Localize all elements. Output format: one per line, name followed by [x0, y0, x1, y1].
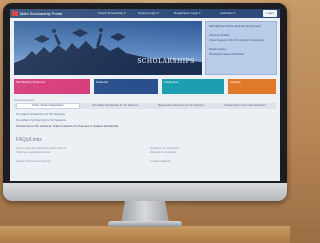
tab-maintenance-allowance[interactable]: Maintenance Allowance for SC Students — [150, 103, 212, 109]
notice-item[interactable]: Online Reward of SC & Post Matric Schola… — [209, 39, 275, 43]
monitor-screen: Mahi Scholarship Portal Check Scholarshi… — [10, 9, 280, 181]
notice-heading: Scholarship Notice and Announcement — [209, 24, 261, 28]
tile-officials[interactable]: Officials — [228, 79, 276, 94]
faq-link[interactable]: How to apply for scholarship under Schem… — [16, 147, 116, 151]
faq-link[interactable]: Details of Documents required — [16, 160, 116, 164]
info-link[interactable]: Pre-Matric Scholarship for SC Students — [16, 112, 266, 116]
monitor-stand — [121, 201, 169, 223]
nav-item-registration-login[interactable]: Registration Login ▾ — [174, 10, 201, 17]
notice-item[interactable]: Scholarship Status Notification — [209, 53, 275, 57]
tile-label: Scholarship Schemes — [16, 80, 46, 84]
top-navigation-bar: Mahi Scholarship Portal Check Scholarshi… — [10, 9, 280, 18]
faq-link[interactable]: Check your application status — [16, 151, 116, 155]
info-link[interactable]: Post-Matric Scholarship for SC Students — [16, 118, 266, 122]
tab-online-registration[interactable]: Online Student Registration — [16, 103, 80, 109]
hero-banner: SCHOLARSHIPS — [14, 21, 202, 75]
monitor-stand-base — [108, 221, 182, 227]
tab-top-class-education[interactable]: Scholarship for Top Class Education — [216, 103, 274, 109]
site-brand[interactable]: Mahi Scholarship Portal — [20, 10, 62, 17]
login-button[interactable]: Login — [263, 10, 277, 17]
tile-institutions[interactable]: Institutions — [162, 79, 224, 94]
tile-label: Students — [96, 80, 108, 84]
faq-link[interactable]: Contact Helpdesk — [150, 160, 250, 164]
faq-link[interactable]: Guidelines for Institutions — [150, 147, 250, 151]
section-label: Announcement — [14, 98, 35, 102]
tile-students[interactable]: Students — [94, 79, 158, 94]
tile-label: Officials — [230, 80, 241, 84]
notice-panel: Scholarship Notice and Announcement Sche… — [205, 21, 277, 75]
site-logo-icon[interactable] — [12, 11, 18, 16]
notice-item[interactable]: Schemes Notified — [209, 34, 275, 38]
nav-item-student-login[interactable]: Student Login ▾ — [138, 10, 159, 17]
faq-link[interactable]: Renewal of scholarship — [150, 151, 250, 155]
info-link[interactable]: Scholarship for SC Students: Online Inst… — [16, 124, 266, 128]
nav-item-check-scholarship[interactable]: Check Scholarship ▾ — [98, 10, 125, 17]
monitor-chin — [3, 183, 287, 201]
faq-title: FAQs/Links — [16, 137, 42, 143]
tab-post-matric[interactable]: Post Matric Scholarship for SC Students — [84, 103, 146, 109]
tile-label: Institutions — [164, 80, 179, 84]
notice-item[interactable]: Details Guides — [209, 48, 275, 52]
graduates-silhouette-illustration — [14, 28, 202, 75]
desk-surface — [0, 226, 290, 243]
tile-scholarship-schemes[interactable]: Scholarship Schemes — [14, 79, 90, 94]
hero-title: SCHOLARSHIPS — [137, 58, 195, 65]
nav-item-institution[interactable]: Institution ▾ — [220, 10, 235, 17]
